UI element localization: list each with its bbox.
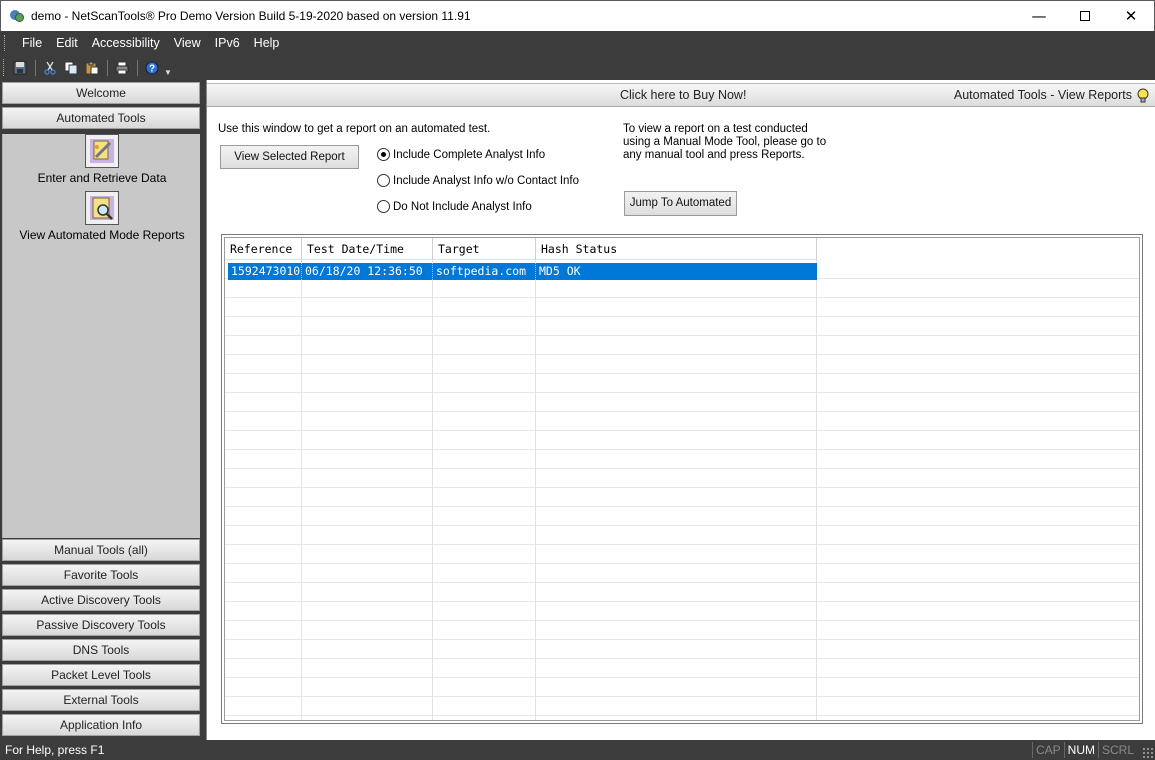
cut-icon[interactable]	[41, 59, 59, 77]
note-line: any manual tool and press Reports.	[623, 149, 805, 161]
note-line: To view a report on a test conducted	[623, 123, 808, 135]
breadcrumb: Automated Tools - View Reports	[953, 88, 1132, 102]
print-icon[interactable]	[113, 59, 131, 77]
sidebar-application-info[interactable]: Application Info	[2, 714, 200, 736]
sidebar-dns-tools[interactable]: DNS Tools	[2, 639, 200, 661]
sidebar-automated-tools[interactable]: Automated Tools	[2, 107, 200, 129]
toolbar-grip[interactable]	[3, 59, 6, 76]
tool-view-automated-reports[interactable]: View Automated Mode Reports	[3, 191, 201, 242]
radio-complete-analyst-info[interactable]: Include Complete Analyst Info	[377, 148, 545, 161]
menu-accessibility[interactable]: Accessibility	[85, 31, 167, 55]
main-header: Click here to Buy Now! Automated Tools -…	[207, 83, 1155, 107]
list-header: Reference Test Date/Time Target Hash Sta…	[225, 238, 817, 260]
column-divider	[301, 238, 302, 720]
sidebar-passive-discovery[interactable]: Passive Discovery Tools	[2, 614, 200, 636]
cell-hash-status: MD5 OK	[539, 264, 581, 278]
cell-target: softpedia.com	[433, 263, 536, 280]
radio-indicator	[377, 174, 390, 187]
toolbar-separator	[35, 59, 36, 76]
radio-analyst-info-no-contact[interactable]: Include Analyst Info w/o Contact Info	[377, 174, 579, 187]
window-title: demo - NetScanTools® Pro Demo Version Bu…	[31, 9, 471, 23]
column-header-reference[interactable]: Reference	[225, 238, 302, 260]
menu-help[interactable]: Help	[247, 31, 287, 55]
toolbar: ? ▼	[0, 55, 184, 80]
sidebar-welcome[interactable]: Welcome	[2, 82, 200, 104]
help-icon[interactable]: ?	[143, 59, 161, 77]
radio-indicator	[377, 148, 390, 161]
column-header-hash-status[interactable]: Hash Status	[536, 238, 817, 260]
menu-edit[interactable]: Edit	[49, 31, 85, 55]
radio-no-analyst-info[interactable]: Do Not Include Analyst Info	[377, 200, 532, 213]
content-area: Use this window to get a report on an au…	[207, 107, 1155, 740]
column-divider	[816, 238, 817, 720]
sidebar-favorite-tools[interactable]: Favorite Tools	[2, 564, 200, 586]
enter-data-icon	[85, 134, 119, 168]
view-reports-icon	[85, 191, 119, 225]
indicator-scrl: SCRL	[1097, 742, 1137, 758]
minimize-button[interactable]: —	[1016, 1, 1062, 31]
status-help-text: For Help, press F1	[5, 743, 105, 757]
title-bar: demo - NetScanTools® Pro Demo Version Bu…	[0, 0, 1155, 31]
toolbar-separator	[107, 59, 108, 76]
menu-file[interactable]: File	[15, 31, 49, 55]
paste-icon[interactable]	[83, 59, 101, 77]
radio-label: Include Complete Analyst Info	[393, 148, 546, 161]
automated-tools-panel: Enter and Retrieve Data View Automated M…	[2, 134, 200, 538]
resize-grip-icon[interactable]	[1142, 747, 1153, 758]
menu-ipv6[interactable]: IPv6	[208, 31, 247, 55]
lightbulb-icon[interactable]	[1137, 88, 1149, 104]
buy-now-link[interactable]: Click here to Buy Now!	[620, 88, 746, 102]
indicator-cap: CAP	[1031, 742, 1064, 758]
sidebar-manual-tools[interactable]: Manual Tools (all)	[2, 539, 200, 561]
radio-indicator	[377, 200, 390, 213]
copy-icon[interactable]	[62, 59, 80, 77]
cell-test-date: 06/18/20 12:36:50	[302, 263, 433, 280]
column-divider	[432, 238, 433, 720]
sidebar-active-discovery[interactable]: Active Discovery Tools	[2, 589, 200, 611]
key-indicators: CAP NUM SCRL	[1031, 742, 1137, 758]
jump-to-automated-button[interactable]: Jump To Automated	[624, 191, 737, 216]
column-divider	[535, 238, 536, 720]
radio-label: Include Analyst Info w/o Contact Info	[393, 174, 580, 187]
report-list[interactable]: Reference Test Date/Time Target Hash Sta…	[221, 234, 1143, 724]
column-header-test-date[interactable]: Test Date/Time	[302, 238, 433, 260]
tool-enter-retrieve-data[interactable]: Enter and Retrieve Data	[3, 134, 201, 185]
tool-label: View Automated Mode Reports	[19, 228, 185, 242]
tool-label: Enter and Retrieve Data	[37, 171, 167, 185]
radio-label: Do Not Include Analyst Info	[393, 200, 532, 213]
app-icon[interactable]	[9, 8, 25, 24]
sidebar-packet-level[interactable]: Packet Level Tools	[2, 664, 200, 686]
svg-text:?: ?	[149, 63, 155, 74]
cell-reference: 1592473010	[228, 263, 302, 280]
grid-lines	[225, 260, 1139, 720]
main-panel: Click here to Buy Now! Automated Tools -…	[206, 80, 1155, 740]
maximize-button[interactable]	[1062, 1, 1108, 31]
menu-bar: File Edit Accessibility View IPv6 Help	[0, 31, 1155, 55]
toolbar-separator	[137, 59, 138, 76]
column-header-target[interactable]: Target	[433, 238, 536, 260]
menu-grip[interactable]	[4, 35, 7, 51]
close-button[interactable]: ✕	[1108, 1, 1154, 31]
table-row[interactable]: 1592473010 06/18/20 12:36:50 softpedia.c…	[228, 263, 817, 280]
report-list-view: Reference Test Date/Time Target Hash Sta…	[224, 237, 1140, 721]
toolbar-overflow-icon[interactable]: ▼	[164, 59, 172, 77]
intro-text: Use this window to get a report on an au…	[218, 123, 491, 135]
window-controls: — ✕	[1016, 1, 1154, 31]
note-line: using a Manual Mode Tool, please go to	[623, 136, 827, 148]
view-selected-report-button[interactable]: View Selected Report	[220, 145, 359, 169]
status-bar: For Help, press F1 CAP NUM SCRL	[0, 740, 1155, 760]
indicator-num: NUM	[1063, 742, 1098, 758]
sidebar-external-tools[interactable]: External Tools	[2, 689, 200, 711]
sidebar: Welcome Automated Tools Enter and Retrie…	[0, 80, 203, 740]
menu-view[interactable]: View	[167, 31, 208, 55]
manual-mode-note: To view a report on a test conducted usi…	[623, 123, 833, 162]
save-icon[interactable]	[11, 59, 29, 77]
